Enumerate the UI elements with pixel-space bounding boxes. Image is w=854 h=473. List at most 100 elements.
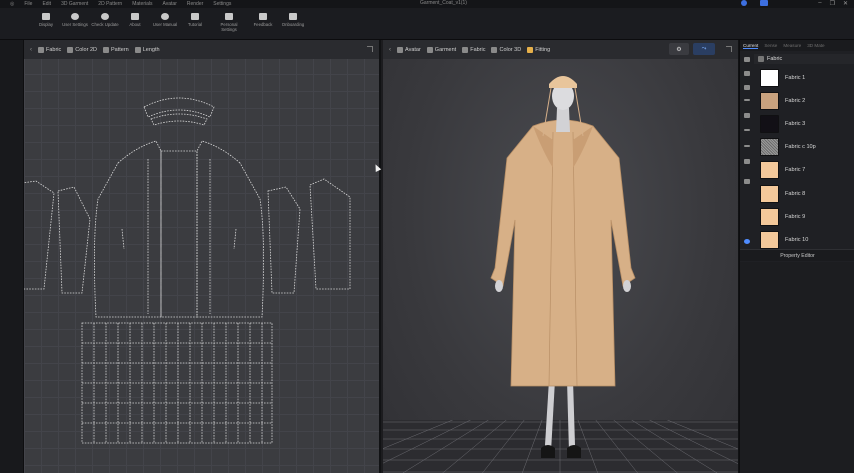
- fabric-swatch[interactable]: [760, 230, 779, 249]
- hat-garment[interactable]: [549, 76, 577, 88]
- fabric-swatch[interactable]: [760, 114, 779, 133]
- tab-current[interactable]: Current: [743, 43, 759, 49]
- coat-garment[interactable]: [490, 119, 636, 387]
- user-manual-button[interactable]: User Manual: [150, 13, 180, 27]
- fabric-name: Fabric 2: [785, 97, 806, 104]
- button-list-icon[interactable]: [744, 71, 750, 76]
- display-button[interactable]: Display: [31, 13, 61, 27]
- fabric-list: Fabric 1 Fabric 2 Fabric 3 Fabric c 10p Fabr…: [754, 66, 854, 252]
- right-sleeve-under-piece[interactable]: [267, 186, 301, 294]
- menu-item-settings[interactable]: Settings: [213, 1, 231, 7]
- trim-list-icon[interactable]: [744, 159, 750, 164]
- feedback-button[interactable]: Feedback: [248, 13, 278, 27]
- user-settings-button[interactable]: User Settings: [60, 13, 90, 27]
- expand-icon[interactable]: [367, 46, 373, 52]
- seam-list-icon[interactable]: [744, 145, 750, 147]
- length-toggle[interactable]: Length: [134, 46, 160, 53]
- tutorial-button[interactable]: Tutorial: [180, 13, 210, 27]
- fabric-name: Fabric 9: [785, 213, 806, 220]
- object-browser-tabs: Current Sense Measure 3D Mate: [740, 40, 854, 51]
- zipper-list-icon[interactable]: [744, 113, 750, 118]
- fabric-list-icon[interactable]: [744, 57, 750, 62]
- pattern-icon: [102, 46, 109, 53]
- fabric-swatch[interactable]: [760, 184, 779, 203]
- fabric-list-item[interactable]: Fabric 7: [754, 159, 854, 182]
- fabric-swatch[interactable]: [760, 161, 779, 180]
- fabric-icon: [38, 46, 44, 53]
- tab-sense[interactable]: Sense: [764, 43, 777, 48]
- avatar-garment-scene[interactable]: [383, 40, 740, 473]
- left-tool-rail: [0, 40, 24, 473]
- avatar-left-shoe: [541, 445, 555, 458]
- fabric-swatch[interactable]: [760, 68, 779, 87]
- buttonhole-list-icon[interactable]: [744, 85, 750, 90]
- fabric-list-item[interactable]: Fabric 9: [754, 205, 854, 228]
- lining-grid-rows: [82, 342, 272, 424]
- menu-item-avatar[interactable]: Avatar: [163, 1, 177, 7]
- notification-icon[interactable]: [741, 0, 747, 6]
- pattern-2d-toolbar: ‹ Fabric Color 2D Pattern Length: [24, 40, 379, 59]
- avatar-list-icon[interactable]: [744, 179, 750, 184]
- menu-item-2d-pattern[interactable]: 2D Pattern: [98, 1, 122, 7]
- check-update-button[interactable]: Check Update: [90, 13, 120, 27]
- avatar-neck: [556, 108, 570, 132]
- menu-bar: ◎ File Edit 3D Garment 2D Pattern Materi…: [0, 0, 854, 8]
- fabric-list-item[interactable]: Fabric 3: [754, 112, 854, 135]
- menu-item-materials[interactable]: Materials: [132, 1, 152, 7]
- left-front-piece[interactable]: [94, 140, 162, 318]
- fabric-swatch[interactable]: [760, 91, 779, 110]
- update-icon: [101, 13, 109, 20]
- garment-3d-window[interactable]: ‹ Avatar Garment Fabric Color 3D Fitting…: [381, 40, 738, 473]
- add-fabric-icon[interactable]: [744, 239, 750, 244]
- pattern-2d-window[interactable]: ‹ Fabric Color 2D Pattern Length: [24, 40, 379, 473]
- onboarding-button[interactable]: Onboarding: [278, 13, 308, 27]
- display-icon: [42, 13, 50, 20]
- account-icon[interactable]: [760, 0, 768, 6]
- topstitch-list-icon[interactable]: [744, 99, 750, 101]
- collar-stand-piece[interactable]: [150, 113, 208, 126]
- menu-item-3d-garment[interactable]: 3D Garment: [61, 1, 88, 7]
- seam-lines: [147, 159, 211, 314]
- restore-icon[interactable]: ❐: [830, 0, 835, 7]
- personal-settings-button[interactable]: Personal Settings: [214, 13, 244, 32]
- window-title: Garment_Coat_v1(1): [420, 0, 467, 6]
- right-front-piece[interactable]: [196, 140, 264, 318]
- color-2d-toggle[interactable]: Color 2D: [67, 46, 97, 53]
- collapse-icon[interactable]: ‹: [30, 47, 32, 53]
- ruler-icon: [134, 46, 141, 53]
- menu-item-file[interactable]: File: [24, 1, 32, 7]
- tab-3d-mate[interactable]: 3D Mate: [807, 43, 824, 48]
- right-sleeve-piece[interactable]: [309, 178, 351, 290]
- close-icon[interactable]: ✕: [843, 0, 848, 7]
- fabric-swatch[interactable]: [760, 207, 779, 226]
- fabric-name: Fabric 8: [785, 190, 806, 197]
- onboarding-icon: [289, 13, 297, 20]
- pattern-pieces-canvas[interactable]: [24, 59, 379, 473]
- left-sleeve-piece[interactable]: [24, 180, 55, 290]
- fabric-toggle-2d[interactable]: Fabric: [38, 46, 61, 53]
- about-button[interactable]: About: [120, 13, 150, 27]
- avatar-right-leg: [567, 380, 575, 452]
- tab-measure[interactable]: Measure: [783, 43, 801, 48]
- fabric-list-item[interactable]: Fabric c 10p: [754, 136, 854, 159]
- fabric-name: Fabric 3: [785, 120, 806, 127]
- fabric-swatch[interactable]: [760, 138, 779, 157]
- fabric-list-item[interactable]: Fabric 2: [754, 89, 854, 112]
- pattern-toggle[interactable]: Pattern: [102, 46, 129, 53]
- menu-item-edit[interactable]: Edit: [42, 1, 51, 7]
- fabric-section-header[interactable]: Fabric: [754, 54, 854, 64]
- fabric-list-item[interactable]: Fabric 8: [754, 182, 854, 205]
- fabric-name: Fabric c 10p: [785, 144, 816, 151]
- piping-list-icon[interactable]: [744, 129, 750, 131]
- back-center-piece[interactable]: [160, 150, 198, 318]
- app-logo-icon: ◎: [10, 1, 15, 7]
- minimize-icon[interactable]: –: [818, 0, 821, 7]
- fabric-section-icon: [758, 56, 764, 62]
- object-browser-panel: Current Sense Measure 3D Mate Fabric Fab…: [739, 40, 854, 473]
- property-editor-header[interactable]: Property Editor: [740, 249, 854, 261]
- left-sleeve-under-piece[interactable]: [57, 186, 91, 294]
- menu-item-render[interactable]: Render: [187, 1, 203, 7]
- fabric-list-item[interactable]: Fabric 1: [754, 66, 854, 89]
- fabric-name: Fabric 1: [785, 74, 806, 81]
- help-icon: [161, 13, 169, 20]
